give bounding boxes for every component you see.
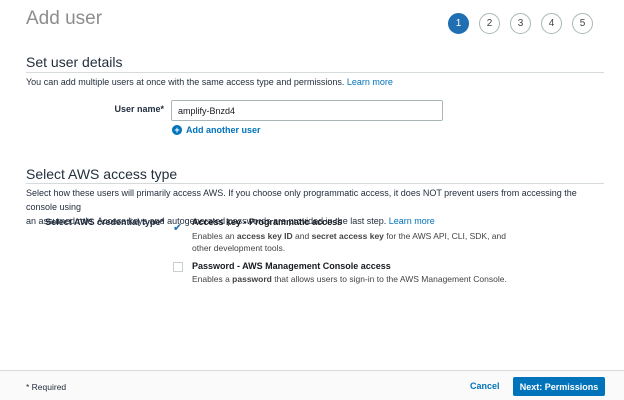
desc-text: other development tools.: [192, 243, 286, 253]
credential-type-label: Select AWS credential type*: [45, 217, 164, 227]
divider: [26, 72, 604, 73]
section-title-access-type: Select AWS access type: [26, 166, 178, 182]
user-name-input[interactable]: [171, 100, 443, 121]
next-permissions-button[interactable]: Next: Permissions: [513, 377, 605, 396]
access-key-option-desc: Enables an access key ID and secret acce…: [192, 230, 522, 254]
desc-emphasis: secret access key: [311, 231, 384, 241]
user-details-help: You can add multiple users at once with …: [26, 75, 393, 89]
required-note: * Required: [26, 382, 67, 392]
desc-text: that allows users to sign-in to the AWS …: [271, 274, 507, 284]
plus-circle-icon: +: [172, 125, 182, 135]
cancel-button[interactable]: Cancel: [470, 381, 500, 391]
divider: [26, 183, 604, 184]
access-type-help-line1: Select how these users will primarily ac…: [26, 188, 577, 212]
console-access-checkbox[interactable]: [173, 262, 183, 272]
step-4[interactable]: 4: [541, 13, 562, 34]
desc-text: and: [292, 231, 312, 241]
check-icon: ✔: [173, 222, 183, 234]
user-details-help-text: You can add multiple users at once with …: [26, 77, 345, 87]
user-name-label: User name*: [114, 104, 164, 114]
section-title-user-details: Set user details: [26, 54, 123, 70]
desc-text: Enables an: [192, 231, 237, 241]
learn-more-link[interactable]: Learn more: [347, 77, 393, 87]
page-title: Add user: [26, 8, 103, 29]
access-key-option-title[interactable]: Access key - Programmatic access: [192, 217, 342, 227]
learn-more-link[interactable]: Learn more: [389, 216, 435, 226]
add-another-user-button[interactable]: + Add another user: [172, 125, 261, 135]
desc-text: for the AWS API, CLI, SDK, and: [383, 231, 506, 241]
desc-text: Enables a: [192, 274, 233, 284]
console-access-option-title[interactable]: Password - AWS Management Console access: [192, 261, 391, 271]
access-key-checkbox[interactable]: ✔: [173, 218, 182, 236]
add-another-user-label: Add another user: [186, 125, 261, 135]
console-access-option-desc: Enables a password that allows users to …: [192, 273, 552, 285]
step-5[interactable]: 5: [572, 13, 593, 34]
step-1[interactable]: 1: [448, 13, 469, 34]
step-3[interactable]: 3: [510, 13, 531, 34]
step-2[interactable]: 2: [479, 13, 500, 34]
desc-emphasis: access key ID: [236, 231, 293, 241]
wizard-steps: 1 2 3 4 5: [448, 13, 603, 34]
desc-emphasis: password: [232, 274, 272, 284]
